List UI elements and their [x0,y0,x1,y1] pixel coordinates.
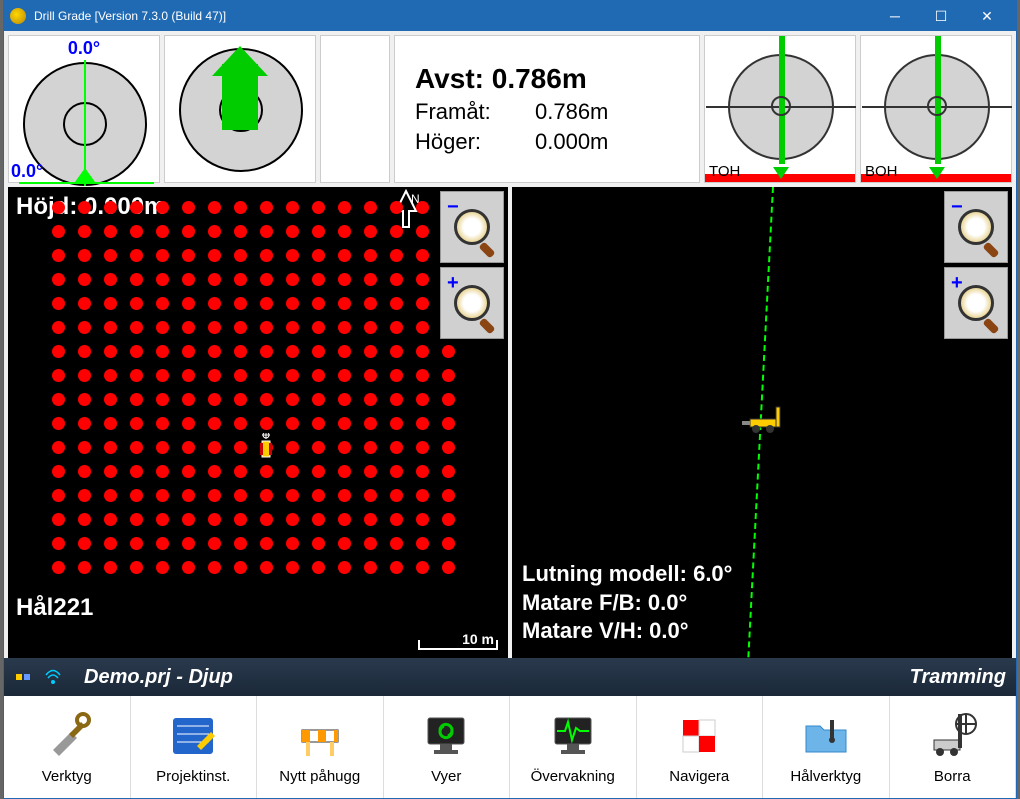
minimize-button[interactable]: ─ [872,1,918,31]
scale-bar [418,640,498,650]
boh-label: BOH [865,163,898,180]
status-bar: Demo.prj - Djup Tramming [4,658,1016,696]
app-icon [10,8,26,24]
toh-gauge: TOH [704,35,856,183]
toh-label: TOH [709,163,740,180]
magnifier-icon [958,209,994,245]
wrench-icon [41,710,93,762]
view-row: Höjd: 0.000m N Hål221 10 m − + [4,187,1016,658]
incline-label: Lutning modell: 6.0° [522,560,732,589]
window-title: Drill Grade [Version 7.3.0 (Build 47)] [34,9,872,23]
profile-info: Lutning modell: 6.0° Matare F/B: 0.0° Ma… [522,560,732,646]
distance-readout: Avst: 0.786m Framåt: 0.786m Höger: 0.000… [394,35,700,183]
barrier-icon [294,710,346,762]
profile-machine-marker [740,405,790,440]
maximize-button[interactable]: ☐ [918,1,964,31]
mode-label: Tramming [910,666,1006,689]
app-window: Drill Grade [Version 7.3.0 (Build 47)] ─… [3,0,1017,799]
plan-zoom-out-button[interactable]: − [440,191,504,263]
monitoring-button[interactable]: Övervakning [510,696,637,798]
gauge1-top-label: 0.0° [68,38,100,59]
bottom-toolbar: Verktyg Projektinst. Nytt påhugg Vyer Öv… [4,696,1016,798]
profile-zoom-in-button[interactable]: + [944,267,1008,339]
gauge-spacer [320,35,390,183]
direction-gauge [164,35,316,183]
profile-view[interactable]: Lutning modell: 6.0° Matare F/B: 0.0° Ma… [512,187,1012,658]
magnifier-icon [958,285,994,321]
tools-button[interactable]: Verktyg [4,696,131,798]
right-label: Höger: [415,129,535,155]
profile-zoom-out-button[interactable]: − [944,191,1008,263]
blueprint-icon [167,710,219,762]
navigate-button[interactable]: Navigera [637,696,764,798]
feeder-fb-label: Matare F/B: 0.0° [522,589,732,618]
monitor-pulse-icon [547,710,599,762]
gauge1-bl-label: 0.0° [11,161,43,182]
project-settings-button[interactable]: Projektinst. [131,696,258,798]
close-button[interactable]: ✕ [964,1,1010,31]
magnifier-icon [454,209,490,245]
checker-icon [673,710,725,762]
monitor-refresh-icon [420,710,472,762]
new-cut-button[interactable]: Nytt påhugg [257,696,384,798]
satellite-icon [14,668,32,686]
views-button[interactable]: Vyer [384,696,511,798]
feeder-vh-label: Matare V/H: 0.0° [522,617,732,646]
hole-label: Hål221 [16,594,93,622]
drill-rig-icon [926,710,978,762]
hole-grid [52,201,455,585]
content-area: 0.0° 0.0° Avst: 0.786m F [4,31,1016,798]
drill-button[interactable]: Borra [890,696,1017,798]
gauge-row: 0.0° 0.0° Avst: 0.786m F [4,31,1016,187]
plan-view[interactable]: Höjd: 0.000m N Hål221 10 m − + [8,187,508,658]
right-value: 0.000m [535,129,608,155]
signal-icon [44,668,62,686]
hole-tools-button[interactable]: Hålverktyg [763,696,890,798]
forward-label: Framåt: [415,99,535,125]
folder-drill-icon [800,710,852,762]
heading-gauge: 0.0° 0.0° [8,35,160,183]
distance-main: Avst: 0.786m [415,63,679,95]
boh-gauge: BOH [860,35,1012,183]
magnifier-icon [454,285,490,321]
project-name: Demo.prj - Djup [84,666,233,689]
titlebar: Drill Grade [Version 7.3.0 (Build 47)] ─… [4,1,1016,31]
forward-value: 0.786m [535,99,608,125]
plan-zoom-in-button[interactable]: + [440,267,504,339]
machine-marker [256,433,276,463]
